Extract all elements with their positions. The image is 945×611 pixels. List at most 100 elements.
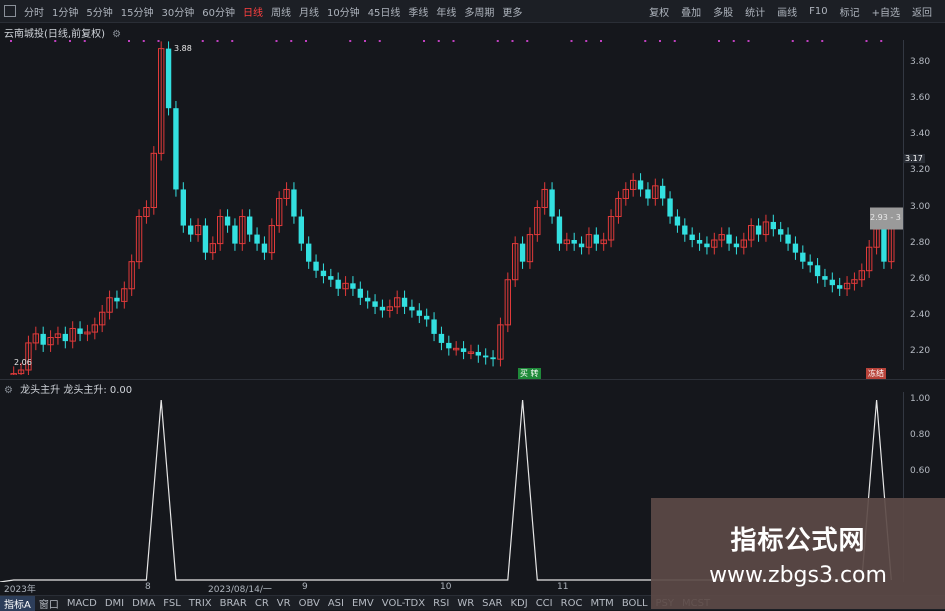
toolbar-action-button[interactable]: +自选 [867,4,905,19]
signal-marker [157,40,160,42]
candle-body [571,240,577,244]
date-tick-label: 11 [557,582,569,592]
candle-body [460,348,467,352]
candle-body [335,279,341,289]
toolbar-action-button[interactable]: 标记 [835,4,865,19]
candle-body [188,225,194,235]
period-tab[interactable]: 15分钟 [117,4,158,19]
signal-marker [496,40,499,42]
candle-body [645,189,651,199]
indicator-tab[interactable]: FSL [159,598,185,609]
candle-body [674,216,681,226]
candle-body [401,297,408,307]
indicator-tab[interactable]: 指标A [0,595,35,611]
signal-marker [275,40,278,42]
price-tick-label: 2.80 [910,237,931,248]
candle-body [254,234,260,244]
indicator-tick-label: 1.00 [910,394,931,404]
indicator-tab[interactable]: CCI [532,598,557,609]
indicator-tab[interactable]: EMV [348,598,378,609]
panel-divider[interactable] [0,379,945,380]
candle-body [232,225,238,244]
toolbar-action-button[interactable]: F10 [804,6,832,17]
candle-body [313,261,319,271]
candle-body [165,48,172,109]
candle-body [320,270,327,277]
period-tab[interactable]: 5分钟 [82,4,116,19]
signal-marker [142,40,145,42]
candlestick-chart[interactable] [0,40,903,375]
candle-body [298,216,304,244]
indicator-tab[interactable]: BOLL [618,598,652,609]
signal-marker [378,40,381,42]
indicator-tab[interactable]: KDJ [506,598,531,609]
toolbar-action-button[interactable]: 复权 [644,4,674,19]
price-tick-label: 3.60 [910,93,931,104]
indicator-tab[interactable]: DMA [128,598,159,609]
candle-body [114,297,120,302]
period-tab[interactable]: 季线 [404,4,432,19]
candle-body [424,315,430,320]
period-tab[interactable]: 1分钟 [48,4,82,19]
indicator-tab[interactable]: VR [273,598,295,609]
candle-body [438,333,445,343]
candle-body [306,243,312,262]
settings-icon[interactable]: ⚙ [112,29,121,40]
period-tab[interactable]: 10分钟 [323,4,364,19]
indicator-tab[interactable]: VOL-TDX [378,598,429,609]
indicator-tab[interactable]: ASI [324,598,348,609]
toolbar-action-button[interactable]: 返回 [907,4,937,19]
indicator-tab[interactable]: MACD [63,598,101,609]
indicator-tab[interactable]: 窗口 [35,596,63,611]
period-tab[interactable]: 年线 [432,4,460,19]
indicator-tab[interactable]: DMI [101,598,128,609]
signal-marker [128,40,130,42]
date-tick-label: 2023/08/14/一 [208,585,272,595]
signal-marker [452,40,455,42]
period-tab[interactable]: 30分钟 [157,4,198,19]
toolbar-action-button[interactable]: 叠加 [676,4,706,19]
indicator-tab[interactable]: OBV [295,598,324,609]
candle-body [785,234,791,244]
period-tabs: 分时 1分钟 5分钟 15分钟 30分钟 60分钟 日线 周线 月线 10分钟 45日线 季线 年线 多周… [0,0,526,22]
indicator-tab[interactable]: MTM [586,598,617,609]
window-icon[interactable] [4,5,16,17]
price-tick-label: 3.00 [910,201,931,212]
toolbar-action-button[interactable]: 统计 [740,4,770,19]
toolbar-action-button[interactable]: 多股 [708,4,738,19]
indicator-tab[interactable]: WR [453,598,478,609]
toolbar-action-button[interactable]: 画线 [772,4,802,19]
signal-marker [511,40,514,42]
signal-marker [880,40,883,42]
indicator-tab[interactable]: BRAR [216,598,251,609]
candle-body [667,198,673,217]
candle-body [483,355,489,358]
period-tab[interactable]: 60分钟 [198,4,239,19]
candle-body [807,261,813,266]
candle-body [379,306,386,311]
candle-body [224,216,231,226]
candle-body [247,216,253,235]
candle-body [800,252,806,262]
period-tab[interactable]: 45日线 [364,4,405,19]
toolbar-right-actions: 复权 叠加 多股 统计 画线 F10 标记 +自选 返回 [644,0,937,22]
period-tab[interactable]: 月线 [295,4,323,19]
indicator-tab[interactable]: CR [251,598,273,609]
period-tab[interactable]: 分时 [20,4,48,19]
indicator-tab[interactable]: TRIX [185,598,216,609]
period-tab[interactable]: 多周期 [460,4,498,19]
period-tab[interactable]: 更多 [498,4,526,19]
date-tick-label: 2023年 [4,585,36,595]
chart-title: 云南城投(日线,前复权) [4,29,105,40]
indicator-tab[interactable]: ROC [557,598,587,609]
candle-body [704,243,710,248]
price-tick-label: 2.60 [910,273,931,284]
period-tab[interactable]: 周线 [267,4,295,19]
candle-body [689,234,695,240]
period-tab[interactable]: 日线 [239,4,267,19]
signal-marker [585,40,588,42]
indicator-tab[interactable]: RSI [429,598,453,609]
watermark-title: 指标公式网 [730,525,866,556]
indicator-tab[interactable]: SAR [478,598,506,609]
candle-body [357,288,363,298]
